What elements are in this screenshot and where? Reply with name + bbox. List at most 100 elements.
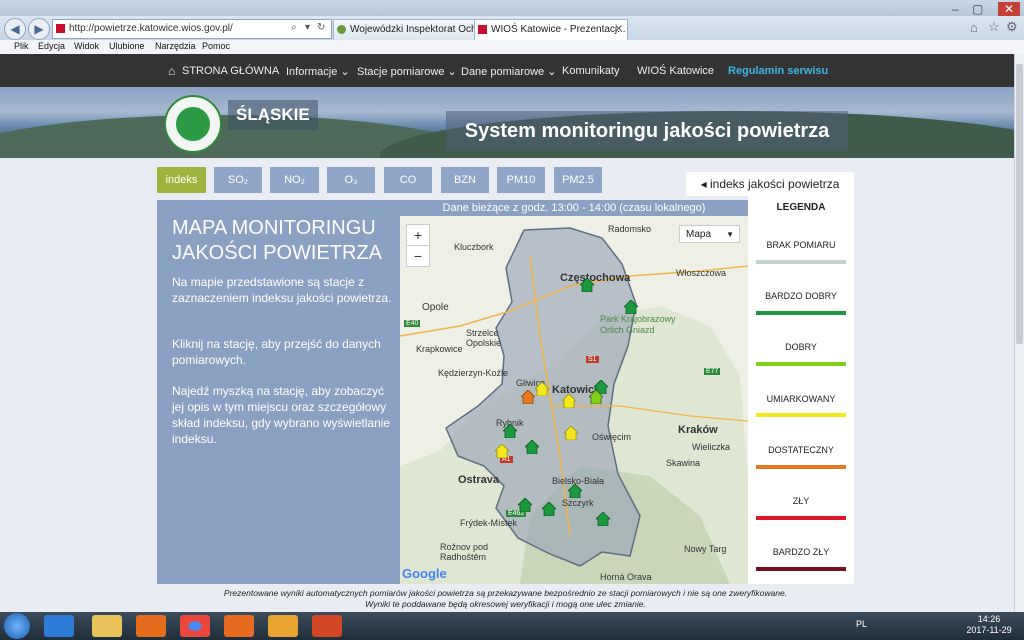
settings-gear-icon[interactable]: ⚙	[1006, 19, 1018, 35]
station-marker-icon[interactable]	[596, 512, 610, 526]
map-city-nowytarg: Nowy Targ	[684, 544, 727, 554]
browser-tab-2[interactable]: WIOŚ Katowice - Prezentacj... ✕	[474, 19, 628, 40]
file-explorer-icon[interactable]	[92, 615, 122, 637]
station-marker-icon[interactable]	[589, 390, 603, 404]
legend-label-dobry: DOBRY	[785, 342, 817, 352]
internet-explorer-icon[interactable]	[44, 615, 74, 637]
map-city-park: Park Krajobrazowy Orlich Gniazd	[600, 314, 676, 335]
station-marker-icon[interactable]	[521, 390, 535, 404]
zoom-in-button[interactable]: +	[406, 224, 430, 246]
address-bar[interactable]: http://powietrze.katowice.wios.gov.pl/ ⌕…	[52, 19, 332, 39]
legend-label-umiarkowany: UMIARKOWANY	[766, 394, 836, 404]
legend-bar-umiarkowany	[756, 413, 846, 417]
legend-toggle[interactable]: ◂ indeks jakości powietrza	[686, 172, 854, 196]
station-marker-icon[interactable]	[542, 502, 556, 516]
logo-emblem	[176, 107, 210, 141]
nav-dane[interactable]: Dane pomiarowe ⌄	[461, 65, 556, 78]
map-type-select[interactable]: Mapa ▼	[679, 225, 740, 243]
back-button[interactable]: ◀	[4, 18, 26, 40]
close-icon[interactable]: ✕	[998, 2, 1021, 16]
menu-narzedzia[interactable]: Narzędzia	[155, 41, 196, 51]
map-type-value: Mapa	[686, 229, 712, 240]
tab-pm25[interactable]: PM2.5	[554, 167, 602, 193]
station-marker-icon[interactable]	[568, 484, 582, 498]
tab-no2[interactable]: NO₂	[270, 167, 319, 193]
tab-label: WIOŚ Katowice - Prezentacj...	[491, 24, 626, 35]
tab-so2[interactable]: SO₂	[214, 167, 262, 193]
menu-widok[interactable]: Widok	[74, 41, 99, 51]
media-player-icon[interactable]	[136, 615, 166, 637]
menu-pomoc[interactable]: Pomoc	[202, 41, 230, 51]
refresh-icon[interactable]: ↻	[317, 22, 325, 33]
tab-o3[interactable]: O₃	[327, 167, 375, 193]
map-city-opole: Opole	[422, 302, 449, 313]
region-label: ŚLĄSKIE	[228, 100, 318, 130]
station-marker-icon[interactable]	[562, 394, 576, 408]
nav-komunikaty[interactable]: Komunikaty	[562, 65, 619, 77]
outlook-icon[interactable]	[268, 615, 298, 637]
map-city-krapkowice: Krapkowice	[416, 344, 463, 354]
maximize-icon[interactable]: ▢	[972, 2, 983, 16]
system-clock[interactable]: 14:26 2017-11-29	[962, 614, 1016, 636]
station-marker-icon[interactable]	[564, 426, 578, 440]
tab-pm10[interactable]: PM10	[497, 167, 545, 193]
window-controls: – ▢ ✕	[950, 0, 1024, 16]
favorites-star-icon[interactable]: ☆	[988, 19, 1000, 35]
home-icon[interactable]: ⌂	[970, 20, 978, 35]
tab-co[interactable]: CO	[384, 167, 432, 193]
scrollbar-thumb[interactable]	[1016, 64, 1023, 344]
window-titlebar	[0, 0, 1024, 16]
nav-wios[interactable]: WIOŚ Katowice	[637, 65, 714, 77]
disclaimer-line-1: Prezentowane wyniki automatycznych pomia…	[223, 588, 788, 598]
menu-ulubione[interactable]: Ulubione	[109, 41, 145, 51]
minimize-icon[interactable]: –	[952, 2, 959, 16]
air-quality-map[interactable]: Kluczbork Radomsko Częstochowa Włoszczow…	[400, 216, 748, 584]
map-city-wieliczka: Wieliczka	[692, 442, 731, 452]
tab-label: Wojewódzki Inspektorat Ochro...	[350, 24, 489, 35]
nav-regulamin[interactable]: Regulamin serwisu	[728, 65, 828, 77]
powerpoint-icon[interactable]	[312, 615, 342, 637]
browser-tab-1[interactable]: Wojewódzki Inspektorat Ochro...	[333, 19, 489, 40]
nav-home-icon[interactable]: ⌂	[168, 64, 175, 78]
tab-bzn[interactable]: BZN	[441, 167, 489, 193]
station-marker-icon[interactable]	[580, 278, 594, 292]
station-marker-icon[interactable]	[535, 382, 549, 396]
language-indicator[interactable]: PL	[856, 619, 867, 629]
info-paragraph-3: Najedź myszką na stację, aby zobaczyć je…	[172, 384, 391, 446]
zoom-out-button[interactable]: −	[406, 245, 430, 267]
start-button-icon[interactable]	[4, 613, 30, 639]
close-tab-icon[interactable]: ✕	[615, 20, 623, 40]
station-marker-icon[interactable]	[525, 440, 539, 454]
menu-edycja[interactable]: Edycja	[38, 41, 65, 51]
map-city-oswiecim: Oświęcim	[592, 432, 632, 442]
page-scrollbar[interactable]	[1014, 54, 1024, 612]
nav-informacje[interactable]: Informacje ⌄	[286, 65, 350, 78]
chrome-icon[interactable]	[180, 615, 210, 637]
nav-home[interactable]: STRONA GŁÓWNA	[182, 65, 279, 77]
station-marker-icon[interactable]	[503, 424, 517, 438]
site-favicon-icon	[56, 24, 65, 33]
map-city-horna: Horná Orava	[600, 572, 652, 582]
region-logo[interactable]	[164, 95, 222, 153]
menu-plik[interactable]: Plik	[14, 41, 29, 51]
map-city-strzelce: Strzelce Opolskie	[466, 328, 502, 348]
station-marker-icon[interactable]	[518, 498, 532, 512]
menu-bar: Plik Edycja Widok Ulubione Narzędzia Pom…	[0, 40, 1024, 55]
disclaimer: Prezentowane wyniki automatycznych pomia…	[157, 588, 854, 610]
chevron-down-icon: ▼	[726, 230, 734, 239]
forward-button[interactable]: ▶	[28, 18, 50, 40]
map-city-kluczbork: Kluczbork	[454, 242, 494, 252]
road-label-s1: S1	[586, 356, 599, 363]
disclaimer-line-2: Wyniki te poddawane będą okresowej weryf…	[365, 599, 646, 609]
dropdown-icon[interactable]: ▾	[305, 22, 310, 33]
tab-indeks[interactable]: indeks	[157, 167, 206, 193]
browser-toolbar: ◀ ▶ http://powietrze.katowice.wios.gov.p…	[0, 16, 1024, 41]
search-icon[interactable]: ⌕	[291, 22, 297, 33]
nav-stacje[interactable]: Stacje pomiarowe ⌄	[357, 65, 457, 78]
legend-bar-brak	[756, 260, 846, 264]
clock-time: 14:26	[977, 614, 1001, 624]
station-marker-icon[interactable]	[495, 444, 509, 458]
station-marker-icon[interactable]	[624, 300, 638, 314]
legend-title: LEGENDA	[776, 202, 826, 213]
firefox-icon[interactable]	[224, 615, 254, 637]
